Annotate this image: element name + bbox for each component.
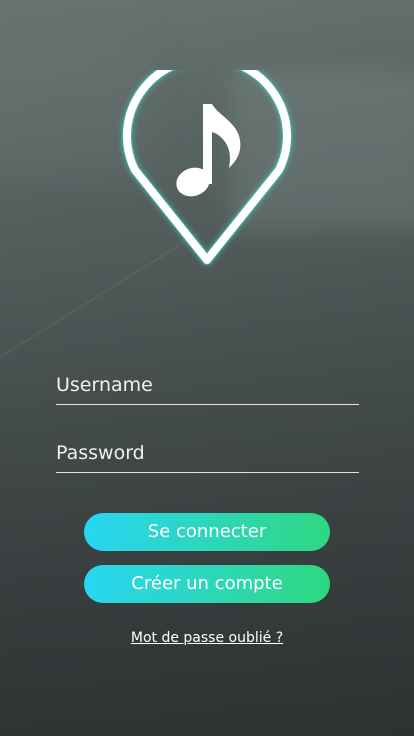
password-input[interactable] [56,436,359,470]
forgot-password-link[interactable]: Mot de passe oublié ? [0,630,414,646]
login-button[interactable]: Se connecter [84,513,330,551]
app-logo [107,70,307,270]
password-field[interactable] [56,436,359,473]
username-input[interactable] [56,368,359,402]
username-field[interactable] [56,368,359,405]
music-note-map-pin-icon [122,70,292,265]
create-account-button[interactable]: Créer un compte [84,565,330,603]
